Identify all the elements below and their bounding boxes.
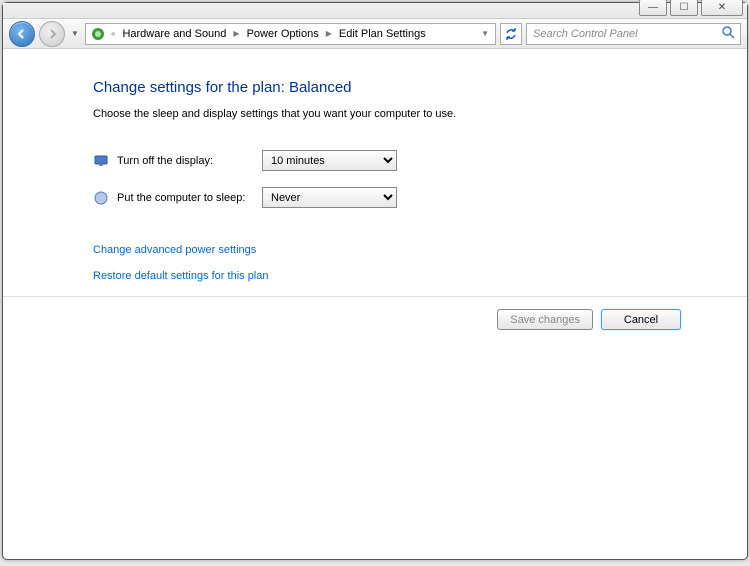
minimize-button[interactable]: —: [639, 0, 667, 16]
back-button[interactable]: [9, 21, 35, 47]
maximize-button[interactable]: ☐: [670, 0, 698, 16]
button-row: Save changes Cancel: [3, 297, 747, 330]
address-dropdown-icon[interactable]: ▼: [481, 29, 489, 38]
cancel-button[interactable]: Cancel: [601, 309, 681, 330]
chevron-right-icon[interactable]: ▶: [326, 29, 332, 38]
forward-button[interactable]: [39, 21, 65, 47]
sleep-icon: [93, 190, 109, 206]
search-icon[interactable]: [722, 26, 735, 42]
sleep-timeout-row: Put the computer to sleep: Never: [93, 187, 693, 208]
display-timeout-select[interactable]: 10 minutes: [262, 150, 397, 171]
search-input[interactable]: Search Control Panel: [526, 23, 741, 45]
search-placeholder: Search Control Panel: [533, 28, 638, 40]
close-button[interactable]: ✕: [701, 0, 743, 16]
display-icon: [93, 153, 109, 169]
window-frame: — ☐ ✕ ▼ « Hardware and Sound ▶ Power Opt…: [2, 2, 748, 560]
refresh-button[interactable]: [500, 23, 522, 45]
window-controls: — ☐ ✕: [639, 0, 743, 16]
breadcrumb-prefix: «: [111, 29, 115, 38]
breadcrumb-item[interactable]: Edit Plan Settings: [337, 27, 428, 41]
advanced-settings-link[interactable]: Change advanced power settings: [93, 244, 693, 256]
nav-history-dropdown[interactable]: ▼: [69, 29, 81, 38]
display-label: Turn off the display:: [117, 155, 262, 167]
chevron-right-icon[interactable]: ▶: [233, 29, 239, 38]
display-timeout-row: Turn off the display: 10 minutes: [93, 150, 693, 171]
sleep-label: Put the computer to sleep:: [117, 192, 262, 204]
links-section: Change advanced power settings Restore d…: [93, 244, 693, 282]
page-description: Choose the sleep and display settings th…: [93, 108, 693, 120]
breadcrumb-item[interactable]: Power Options: [245, 27, 321, 41]
title-bar: — ☐ ✕: [3, 3, 747, 19]
sleep-timeout-select[interactable]: Never: [262, 187, 397, 208]
address-bar[interactable]: « Hardware and Sound ▶ Power Options ▶ E…: [85, 23, 496, 45]
restore-defaults-link[interactable]: Restore default settings for this plan: [93, 270, 693, 282]
breadcrumb-item[interactable]: Hardware and Sound: [120, 27, 228, 41]
nav-bar: ▼ « Hardware and Sound ▶ Power Options ▶…: [3, 19, 747, 49]
content-area: Change settings for the plan: Balanced C…: [3, 49, 747, 330]
save-button: Save changes: [497, 309, 593, 330]
control-panel-icon: [90, 26, 106, 42]
page-title: Change settings for the plan: Balanced: [93, 79, 693, 96]
